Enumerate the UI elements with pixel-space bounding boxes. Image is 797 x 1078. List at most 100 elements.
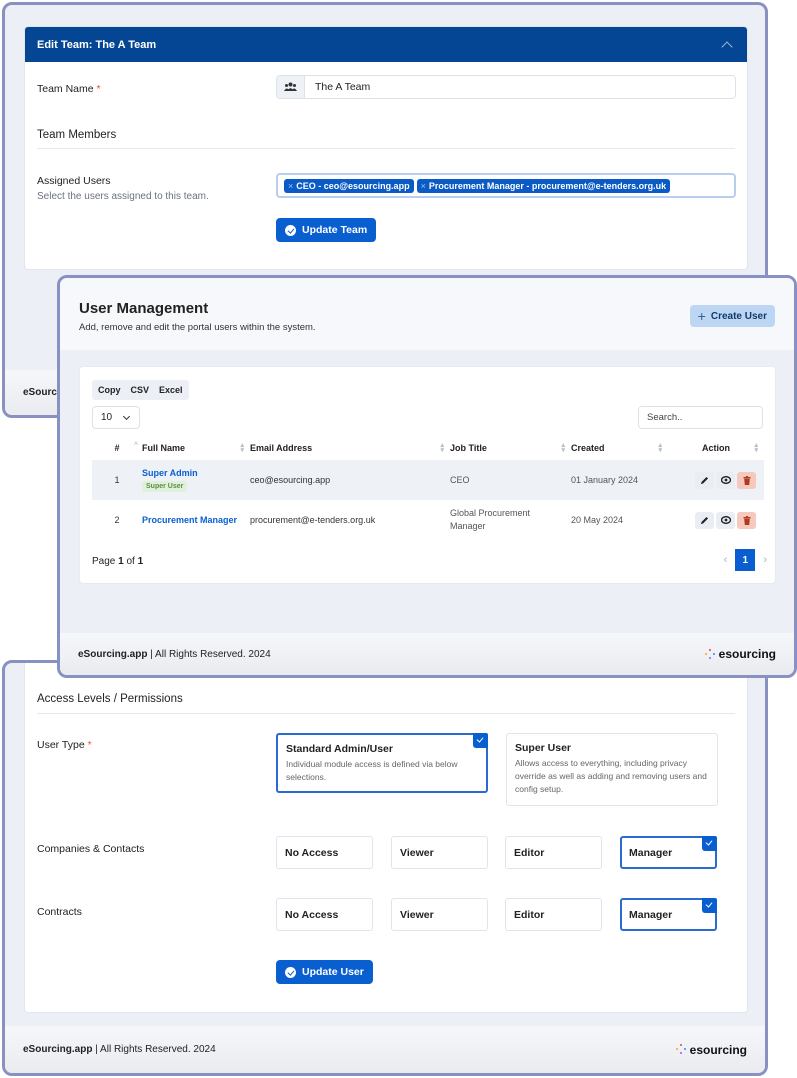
sort-icon: ▴ ▾ (440, 442, 444, 454)
column-header-action[interactable]: Action ▴ ▾ (668, 437, 764, 461)
esourcing-logo: esourcing (675, 1043, 747, 1057)
user-type-label: User Type * (37, 739, 92, 751)
pencil-icon (701, 516, 708, 524)
companies-manager-option[interactable]: Manager (620, 836, 717, 869)
previous-page-button[interactable]: ‹ (724, 554, 728, 566)
next-page-button[interactable]: › (763, 554, 767, 566)
sort-icon: ▴ ▾ (240, 442, 244, 454)
footer-copyright: eSourcing.app | All Rights Reserved. 202… (23, 1044, 216, 1055)
search-input[interactable]: Search.. (638, 406, 763, 429)
page-subtitle: Add, remove and edit the portal users wi… (79, 322, 316, 333)
remove-tag-icon[interactable]: × (288, 181, 293, 191)
table-row: 2 Procurement Manager procurement@e-tend… (92, 500, 764, 540)
row-number: 1 (92, 460, 142, 500)
column-header-job-title[interactable]: Job Title ▴ ▾ (450, 437, 571, 461)
footer: eSourcing.app | All Rights Reserved. 202… (60, 633, 794, 675)
page-info: Page 1 of 1 (92, 556, 144, 567)
users-table-card: Copy CSV Excel 10 Search.. # ^ Full Name ▴… (79, 366, 776, 584)
sort-icon: ▴ ▾ (754, 442, 758, 454)
column-header-created[interactable]: Created ▴ ▾ (571, 437, 668, 461)
sort-icon: ▴ ▾ (658, 442, 662, 454)
chevron-up-icon[interactable] (721, 40, 733, 53)
user-name-link[interactable]: Super Admin (142, 468, 250, 478)
export-buttons: Copy CSV Excel (92, 380, 189, 400)
check-circle-icon (285, 966, 296, 978)
pencil-icon (701, 476, 708, 484)
companies-viewer-option[interactable]: Viewer (391, 836, 488, 869)
delete-button[interactable] (737, 511, 756, 529)
contracts-no-access-option[interactable]: No Access (276, 898, 373, 931)
create-user-button[interactable]: + Create User (689, 305, 775, 327)
section-divider (37, 713, 735, 714)
team-name-field[interactable]: The A Team (276, 75, 736, 99)
user-type-standard-option[interactable]: Standard Admin/User Individual module ac… (276, 733, 488, 793)
action-cell (668, 500, 764, 540)
page-length-select[interactable]: 10 (92, 406, 140, 429)
full-name-cell: Procurement Manager (142, 500, 250, 540)
trash-icon (743, 475, 750, 485)
view-button[interactable] (716, 471, 735, 489)
sort-asc-icon: ^ (133, 442, 138, 449)
job-title-cell: Global Procurement Manager (450, 508, 531, 531)
job-title-cell: CEO (450, 460, 571, 500)
chevron-down-icon (123, 412, 131, 420)
selected-check-icon (702, 836, 717, 851)
footer-copyright: eSourci (23, 387, 60, 398)
page-title: User Management (79, 300, 209, 317)
row-number: 2 (114, 515, 120, 525)
edit-team-card: Edit Team: The A Team Team Name * The A … (24, 26, 748, 270)
assigned-user-tag[interactable]: × CEO - ceo@esourcing.app (284, 178, 414, 193)
logo-dots-icon (704, 648, 716, 660)
edit-button[interactable] (695, 471, 714, 489)
delete-button[interactable] (737, 471, 756, 489)
created-cell: 01 January 2024 (571, 460, 668, 500)
access-levels-title: Access Levels / Permissions (37, 693, 183, 705)
check-circle-icon (285, 224, 296, 236)
contracts-editor-option[interactable]: Editor (505, 898, 602, 931)
sort-icon: ▴ ▾ (561, 442, 565, 454)
view-button[interactable] (716, 511, 735, 529)
footer-copyright: eSourcing.app | All Rights Reserved. 202… (78, 648, 271, 660)
selected-check-icon (473, 733, 488, 748)
team-name-input[interactable]: The A Team (305, 76, 735, 98)
contracts-manager-option[interactable]: Manager (620, 898, 717, 931)
column-header-email[interactable]: Email Address ▴ ▾ (250, 437, 450, 461)
contracts-viewer-option[interactable]: Viewer (391, 898, 488, 931)
team-members-title: Team Members (37, 129, 117, 141)
email-cell: ceo@esourcing.app (250, 460, 450, 500)
copy-button[interactable]: Copy (98, 385, 121, 395)
assigned-users-select[interactable]: × CEO - ceo@esourcing.app × Procurement Ma… (276, 173, 736, 198)
page-1-button[interactable]: 1 (735, 549, 756, 571)
column-header-full-name[interactable]: Full Name ▴ ▾ (142, 437, 250, 461)
logo-dots-icon (675, 1044, 687, 1055)
update-team-button[interactable]: Update Team (276, 218, 377, 242)
required-marker: * (87, 739, 92, 751)
team-name-label: Team Name * (37, 83, 101, 95)
eye-icon (720, 516, 731, 524)
esourcing-logo: esourcing (704, 647, 776, 661)
user-name-link[interactable]: Procurement Manager (142, 515, 250, 525)
table-row: 1 Super Admin Super User ceo@esourcing.a… (92, 460, 764, 500)
assigned-user-tag[interactable]: × Procurement Manager - procurement@e-ten… (416, 178, 671, 193)
super-user-badge: Super User (142, 481, 188, 493)
csv-button[interactable]: CSV (131, 385, 150, 395)
edit-team-header[interactable]: Edit Team: The A Team (25, 27, 747, 62)
companies-no-access-option[interactable]: No Access (276, 836, 373, 869)
page-header: User Management Add, remove and edit the… (60, 278, 794, 350)
remove-tag-icon[interactable]: × (421, 181, 426, 191)
action-cell (668, 460, 764, 500)
edit-button[interactable] (695, 511, 714, 529)
section-divider (37, 148, 735, 149)
companies-editor-option[interactable]: Editor (505, 836, 602, 869)
contracts-label: Contracts (37, 906, 82, 918)
excel-button[interactable]: Excel (159, 385, 183, 395)
eye-icon (720, 476, 731, 485)
access-levels-card: Access Levels / Permissions User Type * … (24, 663, 748, 1013)
update-user-button[interactable]: Update User (276, 960, 373, 984)
column-header-number[interactable]: # ^ (92, 437, 142, 461)
assigned-users-label: Assigned Users Select the users assigned… (37, 175, 209, 202)
selected-check-icon (702, 898, 717, 913)
user-type-super-user-option[interactable]: Super User Allows access to everything, … (506, 733, 718, 806)
users-icon (277, 76, 305, 98)
footer: eSourcing.app | All Rights Reserved. 202… (5, 1026, 765, 1073)
